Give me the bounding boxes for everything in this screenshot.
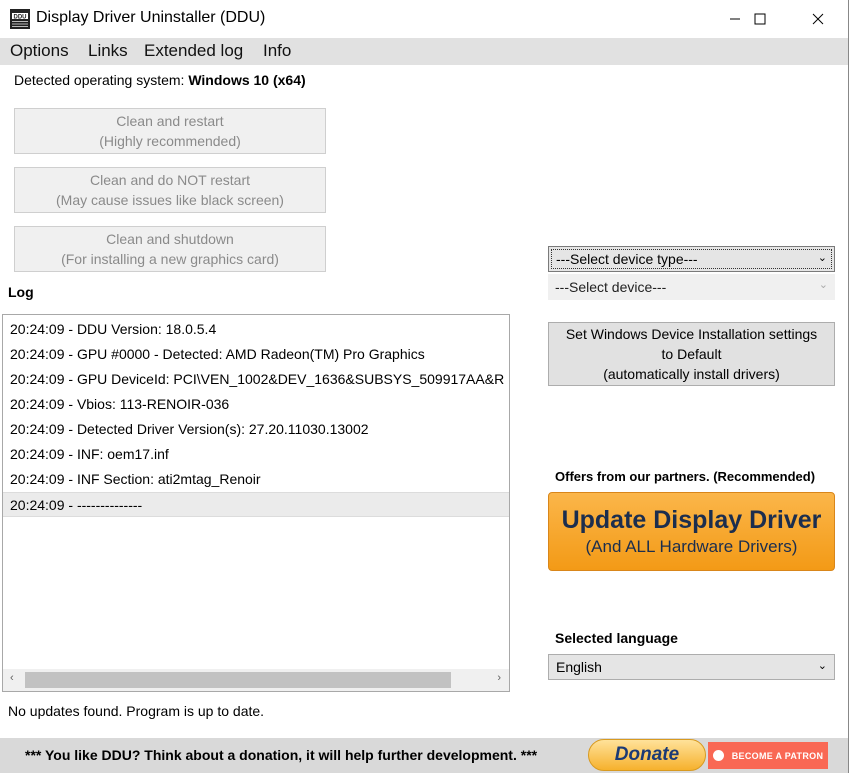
device-value: ---Select device---	[555, 279, 667, 295]
menu-info[interactable]: Info	[258, 41, 296, 61]
log-horizontal-scrollbar[interactable]: ‹ ›	[3, 669, 509, 691]
menu-links[interactable]: Links	[83, 41, 133, 61]
log-entry[interactable]: 20:24:09 - DDU Version: 18.0.5.4	[3, 317, 509, 342]
patreon-icon	[712, 750, 724, 761]
detected-os-label: Detected operating system:	[14, 72, 189, 88]
log-entry-selected[interactable]: 20:24:09 - --------------	[3, 492, 509, 517]
scrollbar-thumb[interactable]	[25, 672, 451, 688]
set-windows-line1: Set Windows Device Installation settings	[565, 326, 818, 342]
log-entry[interactable]: 20:24:09 - INF: oem17.inf	[3, 442, 509, 467]
detected-os-value: Windows 10 (x64)	[188, 72, 306, 88]
update-driver-subtitle: (And ALL Hardware Drivers)	[585, 537, 798, 556]
language-label: Selected language	[555, 630, 678, 646]
become-patron-button[interactable]: BECOME A PATRON	[708, 742, 828, 769]
device-type-select[interactable]: ---Select device type--- ⌄	[548, 246, 835, 272]
menu-options[interactable]: Options	[5, 41, 74, 61]
scroll-right-icon[interactable]: ›	[497, 672, 501, 684]
close-button[interactable]	[795, 0, 841, 38]
update-driver-title: Update Display Driver	[561, 506, 822, 534]
detected-os: Detected operating system: Windows 10 (x…	[14, 72, 306, 88]
clean-and-shutdown-button[interactable]: Clean and shutdown (For installing a new…	[14, 226, 326, 272]
language-value: English	[556, 659, 602, 675]
maximize-button[interactable]	[737, 0, 783, 38]
clean-and-restart-button[interactable]: Clean and restart (Highly recommended)	[14, 108, 326, 154]
update-status: No updates found. Program is up to date.	[8, 703, 265, 719]
log-entry[interactable]: 20:24:09 - GPU DeviceId: PCI\VEN_1002&DE…	[3, 367, 509, 392]
chevron-down-icon: ⌄	[818, 279, 828, 291]
set-windows-line2: to Default	[661, 346, 722, 362]
device-select[interactable]: ---Select device--- ⌄	[548, 274, 835, 300]
clean-and-shutdown-label: Clean and shutdown	[106, 231, 234, 247]
log-entry[interactable]: 20:24:09 - Vbios: 113-RENOIR-036	[3, 392, 509, 417]
language-select[interactable]: English ⌄	[548, 654, 835, 680]
maximize-icon	[754, 13, 766, 25]
ddu-logo-icon: DDU	[10, 9, 30, 29]
donate-button[interactable]: Donate	[588, 739, 706, 771]
set-windows-defaults-button[interactable]: Set Windows Device Installation settings…	[548, 322, 835, 386]
log-list[interactable]: 20:24:09 - DDU Version: 18.0.5.4 20:24:0…	[2, 314, 510, 692]
chevron-down-icon: ⌄	[817, 660, 827, 672]
log-entry[interactable]: 20:24:09 - Detected Driver Version(s): 2…	[3, 417, 509, 442]
scroll-left-icon[interactable]: ‹	[10, 672, 14, 684]
log-entry[interactable]: 20:24:09 - GPU #0000 - Detected: AMD Rad…	[3, 342, 509, 367]
offers-label: Offers from our partners. (Recommended)	[555, 469, 816, 484]
clean-and-shutdown-note: (For installing a new graphics card)	[61, 251, 279, 267]
set-windows-line3: (automatically install drivers)	[603, 366, 780, 382]
clean-no-restart-button[interactable]: Clean and do NOT restart (May cause issu…	[14, 167, 326, 213]
patron-label: BECOME A PATRON	[731, 750, 824, 761]
svg-text:DDU: DDU	[14, 15, 27, 21]
close-icon	[812, 13, 824, 25]
log-label: Log	[8, 284, 34, 300]
clean-and-restart-note: (Highly recommended)	[99, 133, 241, 149]
focus-outline	[551, 249, 832, 269]
update-display-driver-button[interactable]: Update Display Driver (And ALL Hardware …	[548, 492, 835, 571]
log-entry[interactable]: 20:24:09 - INF Section: ati2mtag_Renoir	[3, 467, 509, 492]
donation-message: *** You like DDU? Think about a donation…	[25, 747, 538, 763]
clean-no-restart-note: (May cause issues like black screen)	[56, 192, 284, 208]
window-title: Display Driver Uninstaller (DDU)	[36, 9, 266, 26]
clean-no-restart-label: Clean and do NOT restart	[89, 172, 251, 188]
chevron-down-icon: ⌄	[817, 252, 827, 264]
menu-extended-log[interactable]: Extended log	[139, 41, 248, 61]
clean-and-restart-label: Clean and restart	[116, 113, 224, 129]
